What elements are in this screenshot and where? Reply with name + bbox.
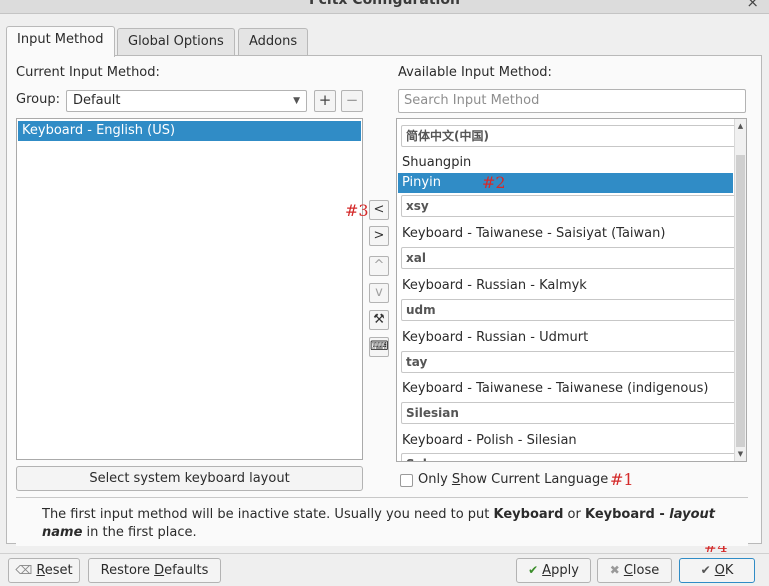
restore-defaults-button[interactable]: Restore Defaults: [88, 558, 221, 583]
footer-separator: [0, 553, 769, 554]
mnemonic: R: [36, 563, 45, 578]
clear-icon: ⌫: [15, 563, 33, 577]
select-system-keyboard-layout-button[interactable]: Select system keyboard layout: [16, 466, 363, 491]
info-text-part: The first input method will be inactive …: [42, 507, 494, 522]
window-title: Fcitx Configuration: [309, 0, 460, 8]
apply-button[interactable]: ✔ Apply: [516, 558, 591, 583]
language-header: xal: [401, 247, 742, 269]
move-down-button[interactable]: v: [369, 283, 389, 303]
language-header: Silesian: [401, 402, 742, 424]
label-part: how Current Language: [460, 472, 609, 487]
chevron-down-icon: v: [375, 285, 383, 300]
reset-button[interactable]: ⌫ Reset: [8, 558, 80, 583]
scroll-down-icon[interactable]: ▼: [735, 447, 746, 461]
current-input-method-heading: Current Input Method:: [16, 65, 160, 80]
chevron-right-icon: >: [373, 228, 385, 243]
group-label: Group:: [16, 92, 60, 107]
close-icon[interactable]: ×: [746, 0, 759, 11]
chevron-up-icon: ^: [373, 258, 385, 273]
configure-icon: ⚒: [373, 312, 385, 327]
annotation-2: #2: [482, 173, 506, 192]
move-left-button[interactable]: <: [369, 200, 389, 220]
list-item[interactable]: Keyboard - Taiwanese - Saisiyat (Taiwan): [398, 224, 745, 244]
scroll-up-icon[interactable]: ▲: [735, 119, 746, 133]
mnemonic: D: [154, 563, 165, 578]
remove-group-button[interactable]: −: [341, 90, 363, 112]
button-label-part: eset: [44, 563, 73, 578]
list-item-selected[interactable]: Pinyin: [398, 173, 733, 193]
only-show-current-language-checkbox[interactable]: [400, 474, 413, 487]
current-input-method-item[interactable]: Keyboard - English (US): [18, 121, 361, 141]
keyboard-icon: ⌨: [370, 339, 389, 354]
move-up-button[interactable]: ^: [369, 256, 389, 276]
ok-button[interactable]: ✔ OK: [679, 558, 755, 583]
keyboard-layout-button[interactable]: ⌨: [369, 337, 389, 357]
list-item[interactable]: Keyboard - Polish - Silesian: [398, 431, 745, 451]
mnemonic: S: [451, 472, 461, 487]
tab-addons[interactable]: Addons: [238, 28, 309, 56]
scrollbar-thumb[interactable]: [736, 155, 745, 447]
label-part: Only: [418, 472, 452, 487]
search-input[interactable]: Search Input Method: [398, 89, 746, 113]
button-label-part: K: [724, 563, 734, 578]
list-scrollbar[interactable]: ▲ ▼: [734, 119, 746, 461]
chevron-down-icon: ▼: [293, 96, 300, 106]
current-input-method-list[interactable]: Keyboard - English (US): [16, 118, 363, 460]
configure-button[interactable]: ⚒: [369, 310, 389, 330]
add-group-button[interactable]: +: [314, 90, 336, 112]
group-select-value: Default: [73, 93, 121, 108]
language-header: xsy: [401, 195, 742, 217]
tab-global-options[interactable]: Global Options: [117, 28, 235, 56]
mnemonic: O: [714, 563, 725, 578]
mnemonic: C: [623, 563, 633, 578]
title-bar: Fcitx Configuration ×: [0, 0, 769, 14]
available-input-method-list[interactable]: 简体中文(中国) Shuangpin Pinyin xsy Keyboard -…: [396, 118, 747, 462]
button-label-part: Restore: [100, 563, 155, 578]
group-select[interactable]: Default ▼: [66, 90, 307, 112]
mnemonic: A: [542, 563, 552, 578]
info-message: The first input method will be inactive …: [16, 497, 748, 546]
checkmark-icon: ✔: [528, 563, 539, 577]
info-text-part: in the first place.: [82, 525, 197, 540]
info-bold-part: Keyboard -: [584, 507, 670, 522]
info-text-part: or: [563, 507, 585, 522]
annotation-1: #1: [610, 470, 634, 489]
info-bold: Keyboard: [493, 507, 564, 522]
language-header: 简体中文(中国): [401, 125, 742, 147]
ok-check-icon: ✔: [700, 563, 711, 577]
chevron-left-icon: <: [373, 202, 385, 217]
list-item[interactable]: Keyboard - Taiwanese - Taiwanese (indige…: [398, 379, 745, 399]
language-header: udm: [401, 299, 742, 321]
button-label-part: pply: [551, 563, 579, 578]
list-item[interactable]: Keyboard - Russian - Kalmyk: [398, 276, 745, 296]
info-text: The first input method will be inactive …: [42, 506, 742, 542]
close-icon: ✖: [609, 563, 620, 577]
list-item[interactable]: Keyboard - Russian - Udmurt: [398, 328, 745, 348]
tab-input-method[interactable]: Input Method: [6, 26, 115, 57]
list-item[interactable]: Shuangpin: [398, 153, 745, 173]
close-button[interactable]: ✖ Close: [597, 558, 672, 583]
only-show-current-language-label[interactable]: Only Show Current Language: [418, 472, 608, 487]
button-label-part: lose: [632, 563, 660, 578]
language-header: Sala: [401, 453, 742, 461]
available-input-method-heading: Available Input Method:: [398, 65, 552, 80]
annotation-3: #3: [345, 201, 369, 220]
move-right-button[interactable]: >: [369, 226, 389, 246]
button-label-part: efaults: [164, 563, 209, 578]
language-header: tay: [401, 351, 742, 373]
